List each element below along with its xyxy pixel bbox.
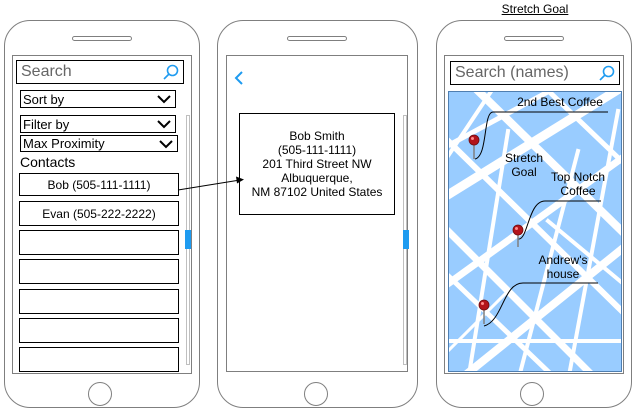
max-proximity-label: Max Proximity bbox=[23, 136, 105, 151]
phone-speaker bbox=[72, 36, 132, 41]
list-scrollbar-thumb[interactable] bbox=[185, 230, 191, 249]
contact-address-line1: 201 Third Street NW bbox=[262, 157, 372, 171]
contact-row-empty[interactable] bbox=[19, 230, 179, 255]
chevron-down-icon bbox=[157, 120, 171, 129]
top-notch-line1: Top Notch bbox=[550, 170, 606, 184]
search-icon[interactable] bbox=[598, 64, 616, 82]
back-arrow-icon[interactable] bbox=[233, 70, 245, 86]
stretch-goal-line1: Stretch bbox=[504, 151, 543, 165]
filter-by-select[interactable]: Filter by bbox=[20, 115, 176, 133]
map-label-andrews-house: Andrew's house bbox=[528, 253, 598, 281]
contact-address-line2: Albuquerque, bbox=[281, 171, 353, 185]
filter-by-label: Filter by bbox=[23, 116, 70, 132]
contact-row-empty[interactable] bbox=[19, 289, 179, 314]
search-input[interactable]: Search bbox=[16, 60, 184, 84]
detail-scrollbar-thumb[interactable] bbox=[403, 230, 409, 249]
stretch-goal-title: Stretch Goal bbox=[501, 2, 569, 16]
andrews-line2: house bbox=[546, 267, 580, 281]
max-proximity-select[interactable]: Max Proximity bbox=[20, 135, 178, 152]
home-button[interactable] bbox=[304, 382, 328, 406]
flow-arrow bbox=[177, 176, 244, 191]
chevron-down-icon bbox=[157, 95, 171, 104]
sort-by-label: Sort by bbox=[23, 91, 65, 107]
home-button[interactable] bbox=[88, 382, 112, 406]
map-label-top-notch-coffee: Top Notch Coffee bbox=[543, 170, 613, 198]
contact-row-empty[interactable] bbox=[19, 347, 179, 372]
sort-by-select[interactable]: Sort by bbox=[20, 90, 176, 108]
contact-detail-card: Bob Smith (505-111-1111) 201 Third Stree… bbox=[239, 113, 395, 215]
search-placeholder: Search bbox=[21, 63, 72, 80]
contacts-heading: Contacts bbox=[20, 154, 76, 170]
phone-speaker bbox=[504, 36, 564, 41]
contact-address-line3: NM 87102 United States bbox=[251, 185, 383, 199]
map-search-placeholder: Search (names) bbox=[455, 64, 569, 81]
map-view[interactable] bbox=[448, 91, 622, 372]
contact-name: Bob Smith bbox=[289, 129, 345, 143]
phone-speaker bbox=[287, 36, 347, 41]
map-label-second-best-coffee: 2nd Best Coffee bbox=[517, 95, 603, 109]
chevron-down-icon bbox=[159, 139, 173, 148]
search-icon[interactable] bbox=[162, 63, 180, 81]
home-button[interactable] bbox=[520, 382, 544, 406]
contact-row-evan[interactable]: Evan (505-222-2222) bbox=[19, 201, 179, 226]
contact-phone: (505-111-1111) bbox=[277, 143, 357, 157]
andrews-line1: Andrew's bbox=[538, 253, 588, 267]
map-search-input[interactable]: Search (names) bbox=[450, 61, 620, 85]
contact-row-empty[interactable] bbox=[19, 318, 179, 343]
top-notch-line2: Coffee bbox=[560, 184, 596, 198]
contact-row-bob[interactable]: Bob (505-111-1111) bbox=[19, 173, 179, 196]
contact-row-empty[interactable] bbox=[19, 259, 179, 284]
